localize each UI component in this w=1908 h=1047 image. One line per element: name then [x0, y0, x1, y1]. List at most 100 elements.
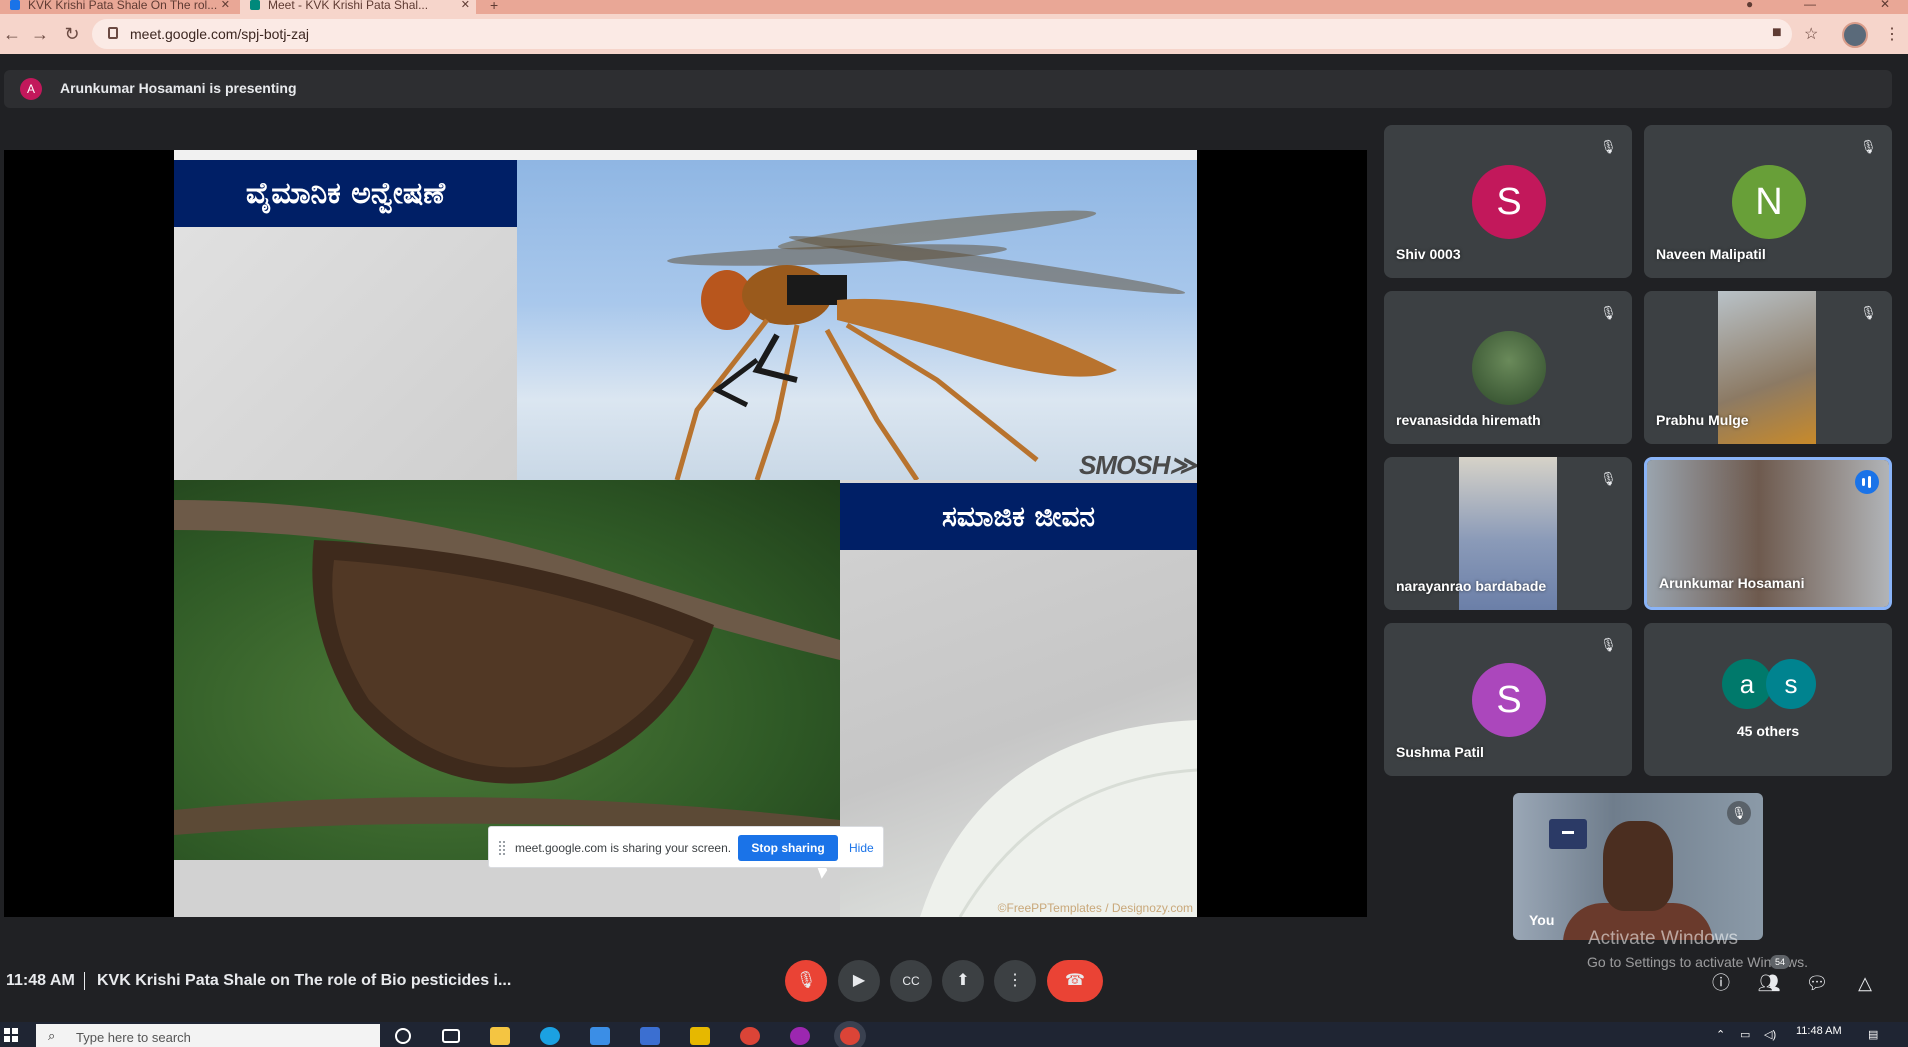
- insect-image: [517, 160, 1197, 480]
- divider: [84, 972, 85, 990]
- slide-top-strip: [174, 150, 1197, 160]
- taskbar-clock[interactable]: 11:48 AM: [1796, 1025, 1842, 1037]
- windows-taskbar: ⌕ Type here to search ⌃ ▭ ◁) 11:48 AM ▤: [0, 1022, 1908, 1047]
- profile-avatar[interactable]: [1842, 22, 1868, 48]
- tray-chevron-icon[interactable]: ⌃: [1716, 1028, 1725, 1041]
- app-icon[interactable]: [790, 1027, 810, 1045]
- windows-start-icon[interactable]: [4, 1028, 18, 1042]
- bookmark-star-icon[interactable]: ☆: [1804, 24, 1818, 44]
- search-icon: ⌕: [48, 1028, 56, 1043]
- screen-share-notice: meet.google.com is sharing your screen. …: [488, 826, 884, 868]
- task-view-icon[interactable]: [442, 1029, 460, 1043]
- close-tab-icon[interactable]: ✕: [221, 0, 230, 11]
- share-message: meet.google.com is sharing your screen.: [515, 841, 732, 855]
- beehive-image: [174, 480, 840, 860]
- activities-icon[interactable]: △: [1852, 970, 1878, 996]
- avatar: N: [1732, 165, 1806, 239]
- participant-tile[interactable]: 🎙︎ S Sushma Patil: [1384, 623, 1632, 776]
- camera-icon[interactable]: ▶: [838, 960, 880, 1002]
- app-icon[interactable]: [690, 1027, 710, 1045]
- drag-handle-icon[interactable]: [499, 841, 505, 855]
- activate-line-1: Activate Windows: [1588, 928, 1738, 949]
- presenter-avatar: A: [20, 78, 42, 100]
- volume-icon[interactable]: ◁): [1764, 1028, 1776, 1041]
- presenting-banner: A Arunkumar Hosamani is presenting: [4, 70, 1892, 108]
- presenting-text: Arunkumar Hosamani is presenting: [60, 80, 297, 96]
- people-icon[interactable]: 👥︎: [1756, 970, 1782, 996]
- presentation-stage: ವೈಮಾನಿಕ ಅನ್ವೇಷಣೆ SMOSH≫ ಸಮಾಜಿಕ ಜೀವನ ©Fre…: [4, 150, 1367, 917]
- chrome-icon[interactable]: [740, 1027, 760, 1045]
- chrome-icon[interactable]: [840, 1027, 860, 1045]
- microphone-off-icon[interactable]: 🎙︎: [785, 960, 827, 1002]
- minimize-icon[interactable]: —: [1804, 0, 1816, 11]
- tab-favicon-icon: [10, 0, 20, 10]
- muted-mic-icon: 🎙︎: [1600, 637, 1617, 652]
- avatar: S: [1472, 165, 1546, 239]
- muted-mic-icon: 🎙︎: [1727, 801, 1751, 825]
- participant-tile[interactable]: 🎙︎ S Shiv 0003: [1384, 125, 1632, 278]
- meeting-time: 11:48 AM: [6, 972, 75, 989]
- reload-icon[interactable]: ↻: [60, 22, 84, 46]
- forward-icon[interactable]: →: [28, 22, 52, 46]
- other-avatar: a: [1722, 659, 1772, 709]
- self-face: [1603, 821, 1673, 911]
- close-tab-icon[interactable]: ✕: [461, 0, 470, 11]
- hide-button[interactable]: Hide: [849, 841, 874, 855]
- slide-credit: ©FreePPTemplates / Designozy.com: [997, 901, 1193, 915]
- tab-search-icon[interactable]: ●: [1746, 0, 1753, 11]
- url-text[interactable]: meet.google.com/spj-botj-zaj: [130, 26, 309, 42]
- participant-tile[interactable]: 🎙︎ revanasidda hiremath: [1384, 291, 1632, 444]
- browser-tab-2[interactable]: Meet - KVK Krishi Pata Shal... ✕: [240, 0, 476, 14]
- leave-call-button[interactable]: ☎: [1047, 960, 1103, 1002]
- chat-icon[interactable]: 💬︎: [1804, 970, 1830, 996]
- participant-name: Arunkumar Hosamani: [1659, 575, 1805, 591]
- meet-favicon-icon: [250, 0, 260, 10]
- browser-menu-icon[interactable]: ⋮: [1884, 24, 1900, 44]
- captions-icon[interactable]: CC: [890, 960, 932, 1002]
- camera-blocked-icon[interactable]: ■: [1772, 24, 1782, 42]
- more-options-icon[interactable]: ⋮: [994, 960, 1036, 1002]
- call-controls-bar: 11:48 AM KVK Krishi Pata Shale on The ro…: [0, 950, 1908, 1012]
- edge-icon[interactable]: [540, 1027, 560, 1045]
- self-view[interactable]: 🎙︎ You: [1513, 793, 1763, 940]
- insect-illustration: [667, 210, 1186, 480]
- leaf-illustration: [920, 720, 1197, 917]
- slide-title-top: ವೈಮಾನಿಕ ಅನ್ವೇಷಣೆ: [174, 160, 517, 227]
- back-icon[interactable]: ←: [0, 22, 24, 46]
- notifications-icon[interactable]: ▤: [1868, 1028, 1878, 1041]
- file-explorer-icon[interactable]: [490, 1027, 510, 1045]
- stop-sharing-button[interactable]: Stop sharing: [738, 835, 838, 861]
- slide: ವೈಮಾನಿಕ ಅನ್ವೇಷಣೆ SMOSH≫ ಸಮಾಜಿಕ ಜೀವನ ©Fre…: [174, 150, 1197, 917]
- participant-name: Sushma Patil: [1396, 744, 1484, 760]
- participant-tile[interactable]: 🎙︎ Prabhu Mulge: [1644, 291, 1892, 444]
- mail-icon[interactable]: [590, 1027, 610, 1045]
- avatar: S: [1472, 663, 1546, 737]
- slide-title-bottom: ಸಮಾಜಿಕ ಜೀವನ: [840, 483, 1197, 550]
- present-screen-icon[interactable]: ⬆: [942, 960, 984, 1002]
- search-placeholder: Type here to search: [76, 1030, 191, 1045]
- close-window-icon[interactable]: ✕: [1880, 0, 1890, 11]
- others-tile[interactable]: a s 45 others: [1644, 623, 1892, 776]
- participant-tile[interactable]: 🎙︎ N Naveen Malipatil: [1644, 125, 1892, 278]
- lock-icon[interactable]: [108, 27, 118, 39]
- taskbar-search[interactable]: ⌕ Type here to search: [36, 1024, 380, 1047]
- people-count-badge: 54: [1770, 955, 1790, 969]
- participant-name: Naveen Malipatil: [1656, 246, 1766, 262]
- cortana-icon[interactable]: [395, 1028, 411, 1044]
- muted-mic-icon: 🎙︎: [1600, 139, 1617, 154]
- participant-name: Shiv 0003: [1396, 246, 1461, 262]
- tab-label: Meet - KVK Krishi Pata Shal...: [268, 0, 429, 12]
- address-bar[interactable]: meet.google.com/spj-botj-zaj: [92, 19, 1792, 49]
- self-label: You: [1529, 912, 1555, 928]
- store-icon[interactable]: [640, 1027, 660, 1045]
- new-tab-button[interactable]: +: [490, 0, 498, 13]
- participant-tile-active-speaker[interactable]: Arunkumar Hosamani: [1644, 457, 1892, 610]
- beehive-illustration: [174, 500, 840, 840]
- smosh-watermark: SMOSH≫: [1079, 450, 1197, 480]
- participant-tile[interactable]: 🎙︎ narayanrao bardabade: [1384, 457, 1632, 610]
- browser-tab-1[interactable]: KVK Krishi Pata Shale On The rol... ✕: [0, 0, 236, 14]
- browser-tab-strip: KVK Krishi Pata Shale On The rol... ✕ Me…: [0, 0, 1908, 14]
- participant-name: revanasidda hiremath: [1396, 412, 1541, 428]
- network-icon[interactable]: ▭: [1740, 1028, 1750, 1041]
- meeting-details-icon[interactable]: ⓘ: [1708, 970, 1734, 996]
